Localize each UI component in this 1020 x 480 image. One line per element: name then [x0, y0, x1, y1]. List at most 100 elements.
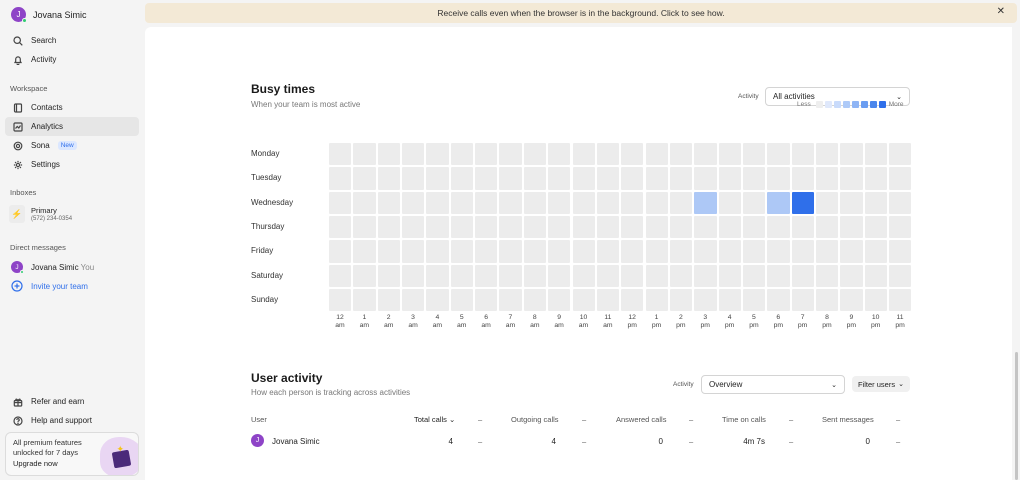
heatmap-cell[interactable]	[645, 191, 668, 214]
heatmap-cell[interactable]	[742, 167, 766, 190]
heatmap-cell[interactable]	[353, 240, 376, 263]
heatmap-cell[interactable]	[889, 240, 912, 263]
heatmap-cell[interactable]	[377, 240, 400, 263]
close-icon[interactable]: ✕	[997, 6, 1005, 17]
heatmap-cell[interactable]	[621, 289, 644, 312]
nav-analytics[interactable]: Analytics	[5, 117, 139, 136]
col-header-time-on-calls[interactable]: Time on calls	[722, 415, 766, 424]
heatmap-cell[interactable]	[791, 216, 814, 239]
heatmap-cell[interactable]	[523, 143, 547, 166]
heatmap-cell[interactable]	[645, 289, 668, 312]
heatmap-cell[interactable]	[475, 167, 498, 190]
heatmap-cell[interactable]	[694, 289, 717, 312]
heatmap-cell[interactable]	[864, 264, 887, 288]
heatmap-cell[interactable]	[596, 264, 620, 288]
nav-refer[interactable]: Refer and earn	[5, 392, 139, 411]
heatmap-cell[interactable]	[572, 167, 595, 190]
heatmap-cell[interactable]	[791, 167, 814, 190]
heatmap-cell[interactable]	[499, 216, 522, 239]
heatmap-cell[interactable]	[426, 143, 449, 166]
heatmap-cell[interactable]	[669, 216, 693, 239]
heatmap-cell[interactable]	[718, 289, 741, 312]
heatmap-cell[interactable]	[377, 167, 400, 190]
heatmap-cell[interactable]	[718, 264, 741, 288]
nav-activity[interactable]: Activity	[5, 50, 139, 69]
heatmap-cell[interactable]	[475, 143, 498, 166]
heatmap-cell[interactable]	[767, 240, 790, 263]
heatmap-cell[interactable]	[523, 191, 547, 214]
heatmap-cell[interactable]	[523, 264, 547, 288]
heatmap-cell[interactable]	[864, 216, 887, 239]
heatmap-cell[interactable]	[475, 240, 498, 263]
heatmap-cell[interactable]	[791, 191, 814, 214]
heatmap-cell[interactable]	[572, 216, 595, 239]
heatmap-cell[interactable]	[353, 264, 376, 288]
heatmap-cell[interactable]	[329, 191, 352, 214]
heatmap-cell[interactable]	[499, 240, 522, 263]
heatmap-cell[interactable]	[523, 216, 547, 239]
heatmap-cell[interactable]	[499, 289, 522, 312]
heatmap-cell[interactable]	[426, 216, 449, 239]
heatmap-cell[interactable]	[523, 240, 547, 263]
heatmap-cell[interactable]	[816, 167, 839, 190]
nav-contacts[interactable]: Contacts	[5, 98, 139, 117]
heatmap-cell[interactable]	[548, 167, 571, 190]
heatmap-cell[interactable]	[718, 143, 741, 166]
heatmap-cell[interactable]	[816, 143, 839, 166]
heatmap-cell[interactable]	[742, 240, 766, 263]
heatmap-cell[interactable]	[669, 289, 693, 312]
heatmap-cell[interactable]	[450, 191, 474, 214]
heatmap-cell[interactable]	[816, 264, 839, 288]
heatmap-cell[interactable]	[767, 167, 790, 190]
heatmap-cell[interactable]	[889, 191, 912, 214]
heatmap-cell[interactable]	[450, 240, 474, 263]
heatmap-cell[interactable]	[523, 167, 547, 190]
heatmap-cell[interactable]	[791, 240, 814, 263]
heatmap-cell[interactable]	[742, 143, 766, 166]
heatmap-cell[interactable]	[718, 240, 741, 263]
heatmap-cell[interactable]	[548, 289, 571, 312]
heatmap-cell[interactable]	[840, 143, 863, 166]
heatmap-cell[interactable]	[694, 191, 717, 214]
heatmap-cell[interactable]	[621, 240, 644, 263]
heatmap-cell[interactable]	[864, 143, 887, 166]
heatmap-cell[interactable]	[596, 191, 620, 214]
heatmap-cell[interactable]	[499, 167, 522, 190]
heatmap-cell[interactable]	[475, 191, 498, 214]
heatmap-cell[interactable]	[645, 240, 668, 263]
heatmap-cell[interactable]	[402, 167, 425, 190]
heatmap-cell[interactable]	[864, 167, 887, 190]
dm-item[interactable]: J Jovana Simic You	[11, 261, 94, 274]
heatmap-cell[interactable]	[572, 289, 595, 312]
heatmap-cell[interactable]	[572, 191, 595, 214]
heatmap-cell[interactable]	[767, 216, 790, 239]
heatmap-cell[interactable]	[353, 289, 376, 312]
heatmap-cell[interactable]	[377, 143, 400, 166]
heatmap-cell[interactable]	[329, 264, 352, 288]
nav-sona[interactable]: Sona New	[5, 136, 139, 155]
row-user-name[interactable]: Jovana Simic	[272, 437, 320, 446]
heatmap-cell[interactable]	[596, 216, 620, 239]
heatmap-cell[interactable]	[669, 240, 693, 263]
heatmap-cell[interactable]	[694, 216, 717, 239]
heatmap-cell[interactable]	[767, 289, 790, 312]
heatmap-cell[interactable]	[742, 216, 766, 239]
heatmap-cell[interactable]	[499, 191, 522, 214]
heatmap-cell[interactable]	[450, 216, 474, 239]
heatmap-cell[interactable]	[548, 143, 571, 166]
heatmap-cell[interactable]	[742, 289, 766, 312]
heatmap-cell[interactable]	[669, 191, 693, 214]
heatmap-cell[interactable]	[426, 167, 449, 190]
heatmap-cell[interactable]	[816, 216, 839, 239]
heatmap-cell[interactable]	[840, 264, 863, 288]
heatmap-cell[interactable]	[816, 191, 839, 214]
heatmap-cell[interactable]	[621, 167, 644, 190]
nav-search[interactable]: Search	[5, 31, 139, 50]
heatmap-cell[interactable]	[426, 264, 449, 288]
heatmap-cell[interactable]	[669, 167, 693, 190]
heatmap-cell[interactable]	[791, 143, 814, 166]
heatmap-cell[interactable]	[889, 143, 912, 166]
heatmap-cell[interactable]	[840, 167, 863, 190]
heatmap-cell[interactable]	[694, 143, 717, 166]
heatmap-cell[interactable]	[694, 264, 717, 288]
